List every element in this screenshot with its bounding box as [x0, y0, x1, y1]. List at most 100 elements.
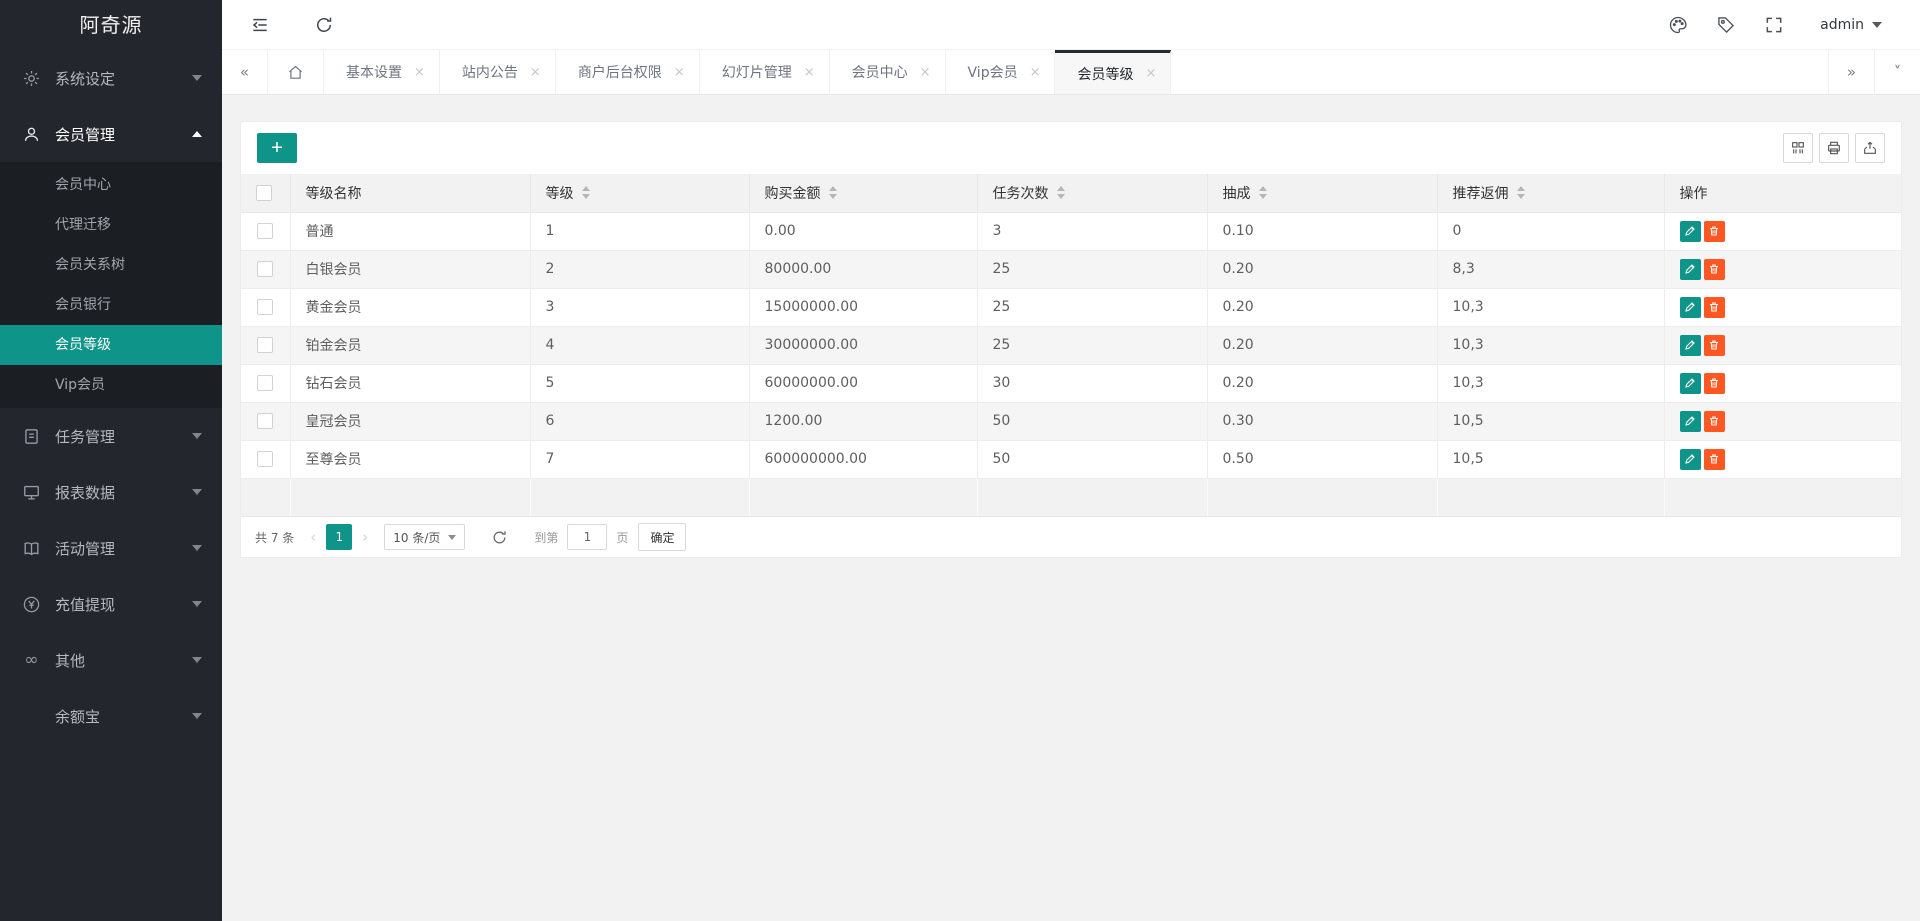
sidebar-item-task-management[interactable]: 任务管理	[0, 408, 222, 464]
close-icon[interactable]: ×	[1145, 66, 1156, 81]
page-size-select[interactable]: 10 条/页	[384, 524, 465, 550]
sort-caret[interactable]	[1057, 186, 1065, 199]
topbar: admin	[222, 0, 1920, 50]
tag-icon[interactable]	[1716, 15, 1736, 35]
confirm-button[interactable]: 确定	[638, 523, 686, 551]
table-refresh-button[interactable]	[491, 529, 508, 546]
row-checkbox[interactable]	[257, 413, 273, 429]
sidebar-item-member-level[interactable]: 会员等级	[0, 325, 222, 365]
delete-button[interactable]	[1704, 297, 1725, 318]
print-button[interactable]	[1819, 133, 1849, 163]
select-all-checkbox[interactable]	[256, 185, 272, 201]
edit-button[interactable]	[1680, 449, 1701, 470]
fullscreen-icon[interactable]	[1764, 15, 1784, 35]
tabs-scroll-left-button[interactable]: «	[222, 50, 268, 94]
close-icon[interactable]: ×	[530, 65, 541, 80]
edit-button[interactable]	[1680, 411, 1701, 432]
close-icon[interactable]: ×	[920, 65, 931, 80]
trash-icon	[1708, 339, 1720, 351]
chevron-down-icon	[448, 535, 456, 540]
table-row: 至尊会员 7 600000000.00 50 0.50 10,5	[241, 440, 1901, 478]
column-header-commission: 抽成	[1207, 174, 1437, 212]
edit-button[interactable]	[1680, 373, 1701, 394]
columns-icon	[1790, 140, 1806, 156]
toolbar-right-icons	[1783, 133, 1885, 163]
delete-button[interactable]	[1704, 373, 1725, 394]
export-button[interactable]	[1855, 133, 1885, 163]
palette-icon[interactable]	[1668, 15, 1688, 35]
delete-button[interactable]	[1704, 411, 1725, 432]
row-checkbox[interactable]	[257, 223, 273, 239]
monitor-icon	[22, 483, 41, 502]
next-page-button[interactable]: ›	[362, 528, 368, 546]
close-icon[interactable]: ×	[674, 65, 685, 80]
chevron-down-icon	[192, 433, 202, 439]
sort-caret[interactable]	[582, 186, 590, 199]
add-button[interactable]: +	[257, 133, 297, 163]
cell-referral-rebate: 10,5	[1437, 402, 1664, 440]
sidebar-item-label: 其他	[55, 650, 85, 671]
row-checkbox[interactable]	[257, 451, 273, 467]
sort-caret[interactable]	[829, 186, 837, 199]
sidebar-item-other[interactable]: ∞ 其他	[0, 632, 222, 688]
row-checkbox[interactable]	[257, 375, 273, 391]
cell-commission: 0.20	[1207, 364, 1437, 402]
sidebar-item-system-settings[interactable]: 系统设定	[0, 50, 222, 106]
sidebar-item-member-tree[interactable]: 会员关系树	[0, 245, 222, 285]
cell-purchase-amount: 1200.00	[749, 402, 977, 440]
sort-caret[interactable]	[1517, 186, 1525, 199]
delete-button[interactable]	[1704, 221, 1725, 242]
user-menu[interactable]: admin	[1820, 17, 1882, 33]
cell-task-count: 30	[977, 364, 1207, 402]
sort-caret[interactable]	[1259, 186, 1267, 199]
tab-site-announcement[interactable]: 站内公告×	[440, 50, 556, 94]
sidebar-item-report-data[interactable]: 报表数据	[0, 464, 222, 520]
goto-page-input[interactable]	[567, 524, 607, 550]
row-checkbox[interactable]	[257, 261, 273, 277]
delete-button[interactable]	[1704, 259, 1725, 280]
cell-level-name: 皇冠会员	[290, 402, 530, 440]
tab-merchant-backend-permissions[interactable]: 商户后台权限×	[556, 50, 700, 94]
pencil-icon	[1684, 377, 1696, 389]
sidebar-item-member-center[interactable]: 会员中心	[0, 165, 222, 205]
columns-filter-button[interactable]	[1783, 133, 1813, 163]
cell-level-name: 普通	[290, 212, 530, 250]
close-icon[interactable]: ×	[804, 65, 815, 80]
tab-slideshow-management[interactable]: 幻灯片管理×	[700, 50, 830, 94]
edit-button[interactable]	[1680, 259, 1701, 280]
refresh-icon[interactable]	[314, 15, 334, 35]
column-header-level: 等级	[530, 174, 749, 212]
edit-button[interactable]	[1680, 297, 1701, 318]
row-checkbox[interactable]	[257, 337, 273, 353]
home-tab[interactable]	[268, 50, 324, 94]
sidebar-item-member-management[interactable]: 会员管理	[0, 106, 222, 162]
filler-row	[241, 478, 1901, 516]
edit-button[interactable]	[1680, 335, 1701, 356]
sidebar-item-member-bank[interactable]: 会员银行	[0, 285, 222, 325]
sidebar-item-activity-management[interactable]: 活动管理	[0, 520, 222, 576]
cell-commission: 0.50	[1207, 440, 1437, 478]
tabs-scroll-right-button[interactable]: »	[1828, 50, 1874, 94]
tab-member-level[interactable]: 会员等级×	[1055, 50, 1171, 94]
cell-task-count: 25	[977, 250, 1207, 288]
close-icon[interactable]: ×	[1030, 65, 1041, 80]
prev-page-button[interactable]: ‹	[310, 528, 316, 546]
current-page-button[interactable]: 1	[326, 524, 352, 550]
sidebar-item-agent-migration[interactable]: 代理迁移	[0, 205, 222, 245]
edit-button[interactable]	[1680, 221, 1701, 242]
trash-icon	[1708, 263, 1720, 275]
sidebar-item-yuebao[interactable]: 余额宝	[0, 688, 222, 744]
menu-collapse-icon[interactable]	[250, 15, 270, 35]
tab-basic-settings[interactable]: 基本设置×	[324, 50, 440, 94]
sidebar-item-vip-member[interactable]: Vip会员	[0, 365, 222, 405]
row-checkbox[interactable]	[257, 299, 273, 315]
close-icon[interactable]: ×	[414, 65, 425, 80]
sidebar-item-deposit-withdraw[interactable]: 充值提现	[0, 576, 222, 632]
cell-task-count: 3	[977, 212, 1207, 250]
tab-member-center[interactable]: 会员中心×	[830, 50, 946, 94]
cell-level: 5	[530, 364, 749, 402]
delete-button[interactable]	[1704, 335, 1725, 356]
delete-button[interactable]	[1704, 449, 1725, 470]
tabs-menu-button[interactable]: ˅	[1874, 50, 1920, 94]
tab-vip-member[interactable]: Vip会员×	[946, 50, 1056, 94]
